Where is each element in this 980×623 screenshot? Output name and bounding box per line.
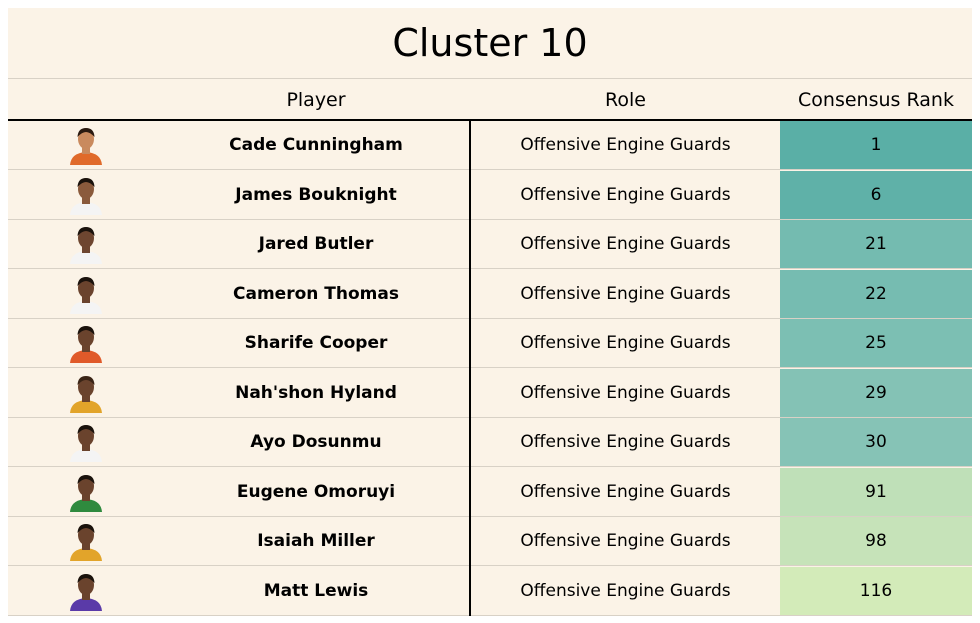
player-role: Offensive Engine Guards — [520, 432, 731, 452]
table-row: Eugene Omoruyi Offensive Engine Guards 91 — [8, 467, 972, 517]
player-role: Offensive Engine Guards — [520, 382, 731, 403]
player-headshot — [46, 319, 126, 367]
player-avatar-icon — [70, 227, 102, 264]
player-name: Isaiah Miller — [257, 531, 375, 551]
consensus-rank: 21 — [780, 220, 972, 268]
player-name: Jared Butler — [258, 234, 374, 254]
consensus-rank: 116 — [780, 566, 972, 615]
consensus-rank: 91 — [780, 467, 972, 516]
player-name: Sharife Cooper — [244, 333, 388, 353]
table-row: Ayo Dosunmu Offensive Engine Guards 30 — [8, 418, 972, 467]
player-role: Offensive Engine Guards — [520, 481, 731, 502]
table-row: Isaiah Miller Offensive Engine Guards 98 — [8, 517, 972, 566]
player-avatar-icon — [70, 276, 102, 314]
player-name: Nah'shon Hyland — [235, 382, 397, 403]
table-row: Jared Butler Offensive Engine Guards 21 — [8, 220, 972, 269]
player-name: Matt Lewis — [263, 580, 369, 601]
player-headshot — [46, 468, 126, 516]
player-name: James Bouknight — [235, 184, 397, 205]
column-header-consensus-rank: Consensus Rank — [798, 89, 954, 111]
player-role: Offensive Engine Guards — [520, 184, 731, 205]
table-row: Matt Lewis Offensive Engine Guards 116 — [8, 566, 972, 616]
player-avatar-icon — [70, 177, 102, 215]
player-avatar-icon — [70, 474, 102, 512]
chart-title: Cluster 10 — [392, 21, 588, 65]
player-avatar-icon — [70, 573, 102, 611]
player-role: Offensive Engine Guards — [520, 333, 731, 353]
player-role: Offensive Engine Guards — [520, 283, 731, 304]
player-avatar-icon — [70, 375, 102, 413]
consensus-rank: 30 — [780, 418, 972, 466]
table-row: Cade Cunningham Offensive Engine Guards 1 — [8, 121, 972, 170]
table-row: Sharife Cooper Offensive Engine Guards 25 — [8, 319, 972, 368]
player-role: Offensive Engine Guards — [520, 531, 731, 551]
column-header-player: Player — [286, 89, 346, 111]
player-name: Eugene Omoruyi — [236, 481, 396, 502]
player-headshot — [46, 517, 126, 565]
consensus-rank: 1 — [780, 121, 972, 169]
player-role: Offensive Engine Guards — [520, 135, 731, 155]
consensus-rank: 98 — [780, 517, 972, 565]
player-role: Offensive Engine Guards — [520, 580, 731, 601]
table-row: Nah'shon Hyland Offensive Engine Guards 29 — [8, 368, 972, 418]
player-avatar-icon — [70, 524, 102, 561]
consensus-rank: 22 — [780, 269, 972, 318]
table-row: James Bouknight Offensive Engine Guards 6 — [8, 170, 972, 220]
player-headshot — [46, 220, 126, 268]
player-name: Ayo Dosunmu — [250, 432, 382, 452]
player-headshot — [46, 270, 126, 318]
player-name: Cade Cunningham — [229, 135, 403, 155]
player-headshot — [46, 369, 126, 417]
player-headshot — [46, 171, 126, 219]
consensus-rank: 25 — [780, 319, 972, 367]
player-avatar-icon — [70, 425, 102, 462]
player-headshot — [46, 121, 126, 169]
column-header-role: Role — [605, 89, 646, 111]
consensus-rank: 29 — [780, 368, 972, 417]
player-avatar-icon — [70, 128, 102, 165]
table-figure: Cluster 10 Player Role Consensus Rank Ca… — [8, 8, 972, 616]
player-role: Offensive Engine Guards — [520, 234, 731, 254]
table-row: Cameron Thomas Offensive Engine Guards 22 — [8, 269, 972, 319]
player-avatar-icon — [70, 326, 102, 363]
consensus-rank: 6 — [780, 170, 972, 219]
player-name: Cameron Thomas — [233, 283, 399, 304]
header-row: Player Role Consensus Rank — [8, 78, 972, 121]
player-headshot — [46, 567, 126, 615]
column-divider — [469, 121, 471, 616]
player-headshot — [46, 418, 126, 466]
